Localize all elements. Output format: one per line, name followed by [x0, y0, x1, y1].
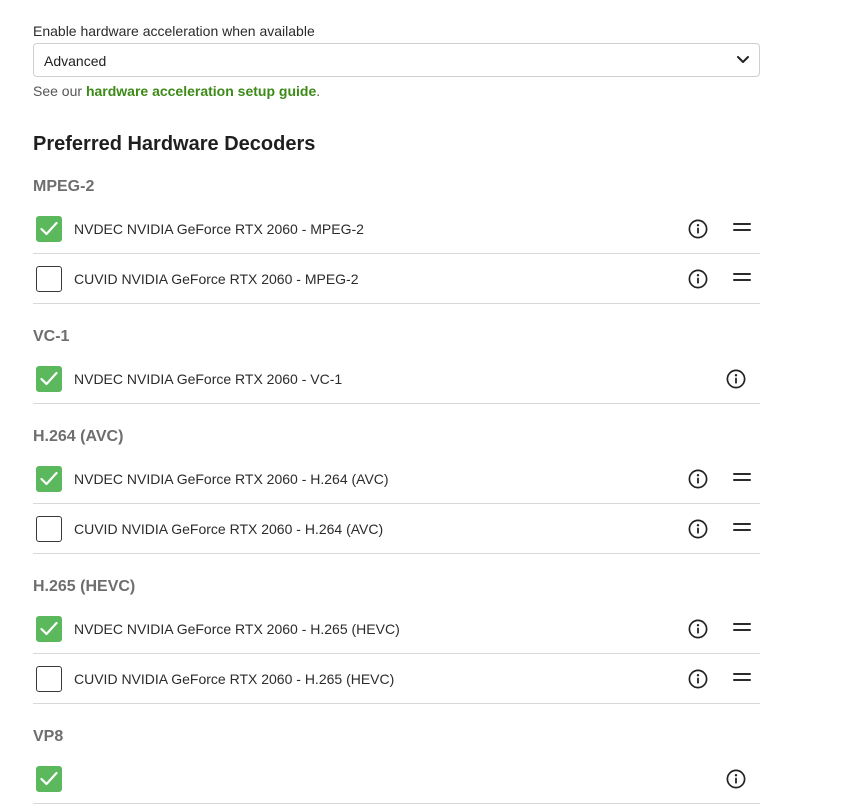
hw-accel-select[interactable]: Advanced: [33, 43, 760, 77]
decoder-checkbox[interactable]: [36, 216, 62, 242]
drag-handle-icon[interactable]: [733, 273, 751, 285]
checkmark-icon: [40, 621, 58, 636]
info-circle-icon[interactable]: [688, 269, 708, 289]
info-circle-icon[interactable]: [688, 219, 708, 239]
info-circle-icon[interactable]: [726, 369, 746, 389]
hw-accel-label: Enable hardware acceleration when availa…: [33, 23, 315, 39]
decoder-checkbox[interactable]: [36, 266, 62, 292]
decoder-checkbox[interactable]: [36, 466, 62, 492]
decoder-row[interactable]: CUVID NVIDIA GeForce RTX 2060 - H.264 (A…: [33, 504, 760, 554]
decoder-checkbox[interactable]: [36, 516, 62, 542]
decoder-label: NVDEC NVIDIA GeForce RTX 2060 - H.265 (H…: [74, 621, 400, 637]
decoder-checkbox[interactable]: [36, 666, 62, 692]
hw-accel-select-value: Advanced: [44, 53, 107, 69]
decoder-label: CUVID NVIDIA GeForce RTX 2060 - H.264 (A…: [74, 521, 384, 537]
checkmark-icon: [40, 371, 58, 386]
decoder-row[interactable]: NVDEC NVIDIA GeForce RTX 2060 - H.264 (A…: [33, 454, 760, 504]
drag-handle-icon[interactable]: [733, 223, 751, 235]
help-prefix: See our: [33, 83, 86, 99]
checkmark-icon: [40, 471, 58, 486]
chevron-down-icon: [737, 56, 749, 63]
decoder-row[interactable]: NVDEC NVIDIA GeForce RTX 2060 - VC-1: [33, 354, 760, 404]
setup-guide-link[interactable]: hardware acceleration setup guide: [86, 83, 316, 99]
decoder-label: NVDEC NVIDIA GeForce RTX 2060 - H.264 (A…: [74, 471, 389, 487]
group-title: VP8: [33, 728, 64, 745]
drag-handle-icon[interactable]: [733, 473, 751, 485]
drag-handle-icon[interactable]: [733, 523, 751, 535]
checkmark-icon: [40, 221, 58, 236]
decoder-checkbox[interactable]: [36, 616, 62, 642]
group-title: VC-1: [33, 328, 70, 345]
decoder-label: NVDEC NVIDIA GeForce RTX 2060 - VC-1: [74, 371, 343, 387]
help-suffix: .: [316, 83, 321, 99]
decoder-checkbox[interactable]: [36, 366, 62, 392]
decoder-row[interactable]: NVDEC NVIDIA GeForce RTX 2060 - H.265 (H…: [33, 604, 760, 654]
info-circle-icon[interactable]: [688, 669, 708, 689]
decoder-label: NVDEC NVIDIA GeForce RTX 2060 - MPEG-2: [74, 221, 364, 237]
info-circle-icon[interactable]: [688, 469, 708, 489]
decoder-label: CUVID NVIDIA GeForce RTX 2060 - MPEG-2: [74, 271, 359, 287]
decoder-checkbox[interactable]: [36, 766, 62, 792]
checkmark-icon: [40, 771, 58, 786]
group-title: MPEG-2: [33, 178, 95, 195]
group-title: H.265 (HEVC): [33, 578, 136, 595]
decoder-row[interactable]: NVDEC NVIDIA GeForce RTX 2060 - MPEG-2: [33, 204, 760, 254]
info-circle-icon[interactable]: [726, 769, 746, 789]
hw-accel-help: See our hardware acceleration setup guid…: [33, 83, 320, 99]
drag-handle-icon[interactable]: [733, 623, 751, 635]
info-circle-icon[interactable]: [688, 619, 708, 639]
drag-handle-icon[interactable]: [733, 673, 751, 685]
decoder-row[interactable]: CUVID NVIDIA GeForce RTX 2060 - MPEG-2: [33, 254, 760, 304]
decoder-row[interactable]: CUVID NVIDIA GeForce RTX 2060 - H.265 (H…: [33, 654, 760, 704]
section-title: Preferred Hardware Decoders: [33, 133, 316, 155]
decoder-label: CUVID NVIDIA GeForce RTX 2060 - H.265 (H…: [74, 671, 395, 687]
decoder-row[interactable]: [33, 754, 760, 804]
group-title: H.264 (AVC): [33, 428, 124, 445]
info-circle-icon[interactable]: [688, 519, 708, 539]
